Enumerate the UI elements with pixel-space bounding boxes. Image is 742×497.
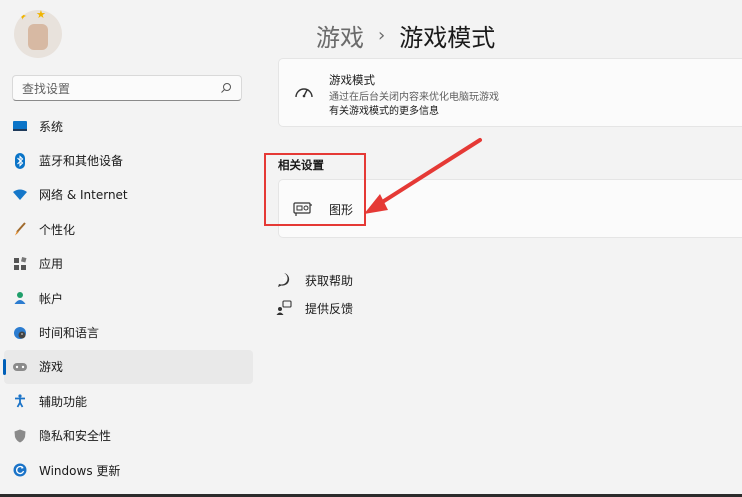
speedometer-icon [295, 88, 313, 98]
sidebar-item-label: 时间和语言 [39, 326, 100, 341]
page-title: 游戏模式 [399, 24, 496, 52]
avatar[interactable]: ✦ ★ [14, 10, 62, 58]
help-icon: ? [278, 273, 290, 287]
sidebar-item-label: 辅助功能 [39, 394, 88, 409]
game-mode-card: 游戏模式 通过在后台关闭内容来优化电脑玩游戏 有关游戏模式的更多信息 [278, 58, 742, 127]
sidebar-item-accessibility[interactable]: 辅助功能 [4, 384, 253, 418]
star-icon: ★ [36, 10, 46, 21]
game-mode-more-info-link[interactable]: 有关游戏模式的更多信息 [329, 102, 439, 117]
star-icon: ✦ [18, 10, 28, 23]
shield-icon [12, 428, 28, 444]
update-icon [12, 462, 28, 478]
bluetooth-icon [12, 152, 28, 169]
sidebar-item-label: 蓝牙和其他设备 [39, 154, 124, 169]
breadcrumb-parent[interactable]: 游戏 [316, 18, 364, 53]
get-help-label: 获取帮助 [305, 273, 354, 288]
sidebar-item-label: 应用 [39, 257, 64, 272]
sidebar-item-label: 帐户 [39, 291, 64, 306]
search-input[interactable]: 查找设置 [12, 75, 242, 101]
sidebar-item-label: 系统 [39, 119, 64, 134]
help-links: ? 获取帮助 提供反馈 [276, 266, 353, 322]
avatar-image [28, 24, 48, 50]
feedback-icon [276, 300, 292, 315]
search-icon [221, 83, 231, 93]
game-mode-description: 通过在后台关闭内容来优化电脑玩游戏 [329, 92, 499, 103]
annotation-arrow [364, 138, 482, 214]
sidebar-item-privacy[interactable]: 隐私和安全性 [4, 419, 253, 453]
monitor-icon [12, 118, 28, 134]
gamepad-icon [12, 359, 28, 375]
sidebar-item-label: Windows 更新 [39, 463, 121, 478]
globe-clock-icon [12, 325, 28, 341]
svg-text:?: ? [282, 276, 286, 285]
breadcrumb-separator: › [378, 25, 386, 46]
sidebar-item-personalization[interactable]: 个性化 [4, 212, 253, 246]
sidebar-item-label: 个性化 [39, 222, 76, 237]
sidebar: ✦ ★ 查找设置 系统 蓝牙和其他设备 网络 & Internet 个性化 应用… [0, 0, 262, 497]
sidebar-item-label: 游戏 [39, 360, 64, 375]
game-mode-title: 游戏模式 [329, 73, 375, 87]
search-placeholder: 查找设置 [22, 81, 71, 96]
sidebar-item-network[interactable]: 网络 & Internet [4, 178, 253, 212]
sidebar-item-apps[interactable]: 应用 [4, 247, 253, 281]
give-feedback-label: 提供反馈 [305, 301, 354, 316]
sidebar-nav: 系统 蓝牙和其他设备 网络 & Internet 个性化 应用 帐户 时间和语言… [3, 109, 253, 487]
brush-icon [12, 221, 28, 237]
give-feedback-link[interactable]: 提供反馈 [276, 294, 353, 322]
sidebar-item-accounts[interactable]: 帐户 [4, 281, 253, 315]
sidebar-item-time-language[interactable]: 时间和语言 [4, 315, 253, 349]
sidebar-item-label: 隐私和安全性 [39, 429, 112, 444]
wifi-icon [12, 187, 28, 203]
apps-icon [12, 256, 28, 272]
accessibility-icon [12, 393, 28, 409]
sidebar-item-gaming[interactable]: 游戏 [3, 349, 253, 385]
sidebar-item-system[interactable]: 系统 [4, 109, 253, 143]
sidebar-item-label: 网络 & Internet [39, 188, 128, 203]
sidebar-item-bluetooth[interactable]: 蓝牙和其他设备 [4, 143, 253, 177]
account-icon [12, 290, 28, 306]
breadcrumb: 游戏 › 游戏模式 [316, 18, 495, 53]
get-help-link[interactable]: ? 获取帮助 [276, 266, 353, 294]
sidebar-item-windows-update[interactable]: Windows 更新 [4, 453, 253, 487]
